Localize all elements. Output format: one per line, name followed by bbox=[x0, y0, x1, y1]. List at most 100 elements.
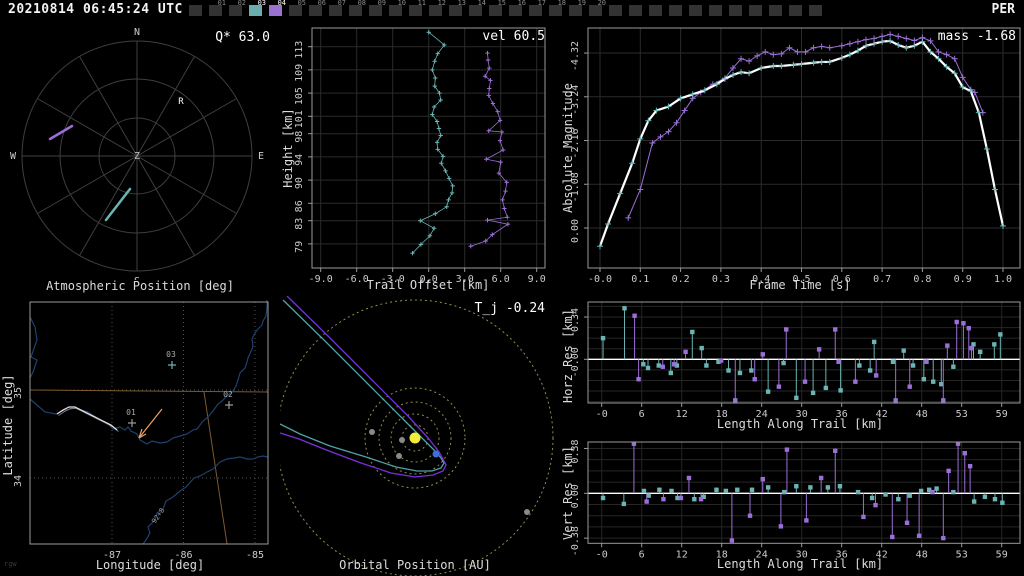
svg-text:-4.32: -4.32 bbox=[570, 41, 581, 71]
tab-01[interactable]: 01 bbox=[206, 0, 226, 20]
data-point-marker bbox=[794, 48, 801, 55]
tab-12[interactable]: 12 bbox=[426, 0, 446, 20]
svg-text:79: 79 bbox=[294, 241, 305, 253]
tab-18[interactable]: 18 bbox=[546, 0, 566, 20]
tab-07[interactable]: 07 bbox=[326, 0, 346, 20]
residual-marker bbox=[804, 518, 809, 523]
data-point-marker bbox=[498, 159, 503, 165]
residual-marker bbox=[921, 377, 927, 382]
svg-text:W: W bbox=[10, 151, 17, 162]
svg-text:-0: -0 bbox=[596, 549, 608, 560]
polar-title: Atmospheric Position [deg] bbox=[46, 279, 234, 293]
residual-marker bbox=[969, 345, 974, 351]
tab-blank[interactable] bbox=[706, 0, 726, 20]
data-point-marker bbox=[681, 107, 688, 114]
data-point-marker bbox=[637, 186, 644, 193]
tab-blank[interactable] bbox=[806, 0, 826, 20]
data-point-marker bbox=[738, 69, 745, 76]
residual-marker bbox=[869, 495, 875, 501]
tab-blank[interactable] bbox=[606, 0, 626, 20]
polar-grid-radial bbox=[79, 56, 138, 157]
tab-blank[interactable] bbox=[766, 0, 786, 20]
svg-text:59: 59 bbox=[996, 409, 1008, 420]
data-point-marker bbox=[439, 161, 444, 166]
residual-marker bbox=[962, 450, 967, 456]
svg-text:-0: -0 bbox=[596, 409, 608, 420]
data-point-marker bbox=[430, 67, 435, 73]
tab-13[interactable]: 13 bbox=[446, 0, 466, 20]
tab-blank[interactable] bbox=[626, 0, 646, 20]
tab-15[interactable]: 15 bbox=[486, 0, 506, 20]
data-point-marker bbox=[503, 188, 508, 194]
data-point-marker bbox=[432, 59, 437, 64]
data-point-marker bbox=[617, 190, 624, 197]
residual-marker bbox=[998, 332, 1003, 337]
ground-map-plot: -87 -86 -85353401020392+8 bbox=[13, 300, 269, 561]
residual-marker bbox=[941, 535, 946, 541]
residual-marker bbox=[893, 398, 898, 403]
tab-blank[interactable] bbox=[186, 0, 206, 20]
tab-blank[interactable] bbox=[726, 0, 746, 20]
corner-watermark: rgw bbox=[4, 560, 17, 568]
residual-marker bbox=[752, 377, 757, 382]
residual-marker bbox=[645, 365, 651, 371]
tab-blank[interactable] bbox=[786, 0, 806, 20]
residual-marker bbox=[657, 487, 662, 492]
tab-17[interactable]: 17 bbox=[526, 0, 546, 20]
direction-arrow bbox=[138, 408, 163, 439]
residual-marker bbox=[992, 497, 998, 502]
residual-marker bbox=[954, 319, 959, 325]
residual-marker bbox=[907, 493, 912, 498]
polar-grid-radial bbox=[136, 98, 237, 157]
tab-06[interactable]: 06 bbox=[306, 0, 326, 20]
residual-marker bbox=[704, 363, 709, 368]
residual-marker bbox=[871, 339, 877, 345]
data-point-marker bbox=[486, 93, 491, 98]
tab-14[interactable]: 14 bbox=[466, 0, 486, 20]
tab-10[interactable]: 10 bbox=[386, 0, 406, 20]
data-point-marker bbox=[168, 361, 176, 369]
tab-02[interactable]: 02 bbox=[226, 0, 246, 20]
data-point-marker bbox=[754, 52, 761, 59]
residual-marker bbox=[600, 495, 606, 501]
tab-09[interactable]: 09 bbox=[366, 0, 386, 20]
residual-marker bbox=[760, 476, 765, 482]
tab-blank[interactable] bbox=[646, 0, 666, 20]
data-point-marker bbox=[597, 243, 603, 250]
residual-marker bbox=[916, 533, 922, 538]
residual-marker bbox=[930, 489, 935, 495]
residual-marker bbox=[808, 485, 813, 490]
data-point-marker bbox=[762, 48, 769, 55]
trail-offset-plot: 798386909498101105109113-9.0 -6.0 -3.0 0.0 3… bbox=[294, 27, 546, 285]
tab-19[interactable]: 19 bbox=[566, 0, 586, 20]
tab-08[interactable]: 08 bbox=[346, 0, 366, 20]
tab-blank[interactable] bbox=[686, 0, 706, 20]
data-point-marker bbox=[436, 126, 442, 131]
tab-04[interactable]: 04 bbox=[266, 0, 286, 20]
tab-11[interactable]: 11 bbox=[406, 0, 426, 20]
meteoroid-orbit-traj_teal bbox=[280, 299, 445, 472]
atmospheric-position-plot: NSEWZR bbox=[10, 27, 264, 280]
data-point-marker bbox=[490, 101, 496, 106]
data-point-marker bbox=[838, 54, 845, 61]
svg-text:113: 113 bbox=[294, 41, 305, 59]
data-point-marker bbox=[502, 206, 507, 211]
residual-marker bbox=[971, 499, 977, 504]
residual-marker bbox=[781, 360, 786, 366]
data-point-marker bbox=[975, 109, 982, 116]
tab-03[interactable]: 03 bbox=[246, 0, 266, 20]
tisserand-annotation: T_j -0.24 bbox=[474, 301, 545, 316]
residual-marker bbox=[644, 499, 649, 504]
residual-marker bbox=[776, 384, 782, 389]
svg-text:98: 98 bbox=[294, 131, 305, 143]
tab-blank[interactable] bbox=[666, 0, 686, 20]
residual-marker bbox=[816, 347, 822, 352]
tab-16[interactable]: 16 bbox=[506, 0, 526, 20]
tab-20[interactable]: 20 bbox=[586, 0, 606, 20]
residual-marker bbox=[749, 368, 754, 373]
tab-blank[interactable] bbox=[746, 0, 766, 20]
residual-marker bbox=[890, 359, 896, 364]
tab-05[interactable]: 05 bbox=[286, 0, 306, 20]
data-point-marker bbox=[838, 42, 845, 49]
tab-number: 09 bbox=[377, 0, 386, 7]
